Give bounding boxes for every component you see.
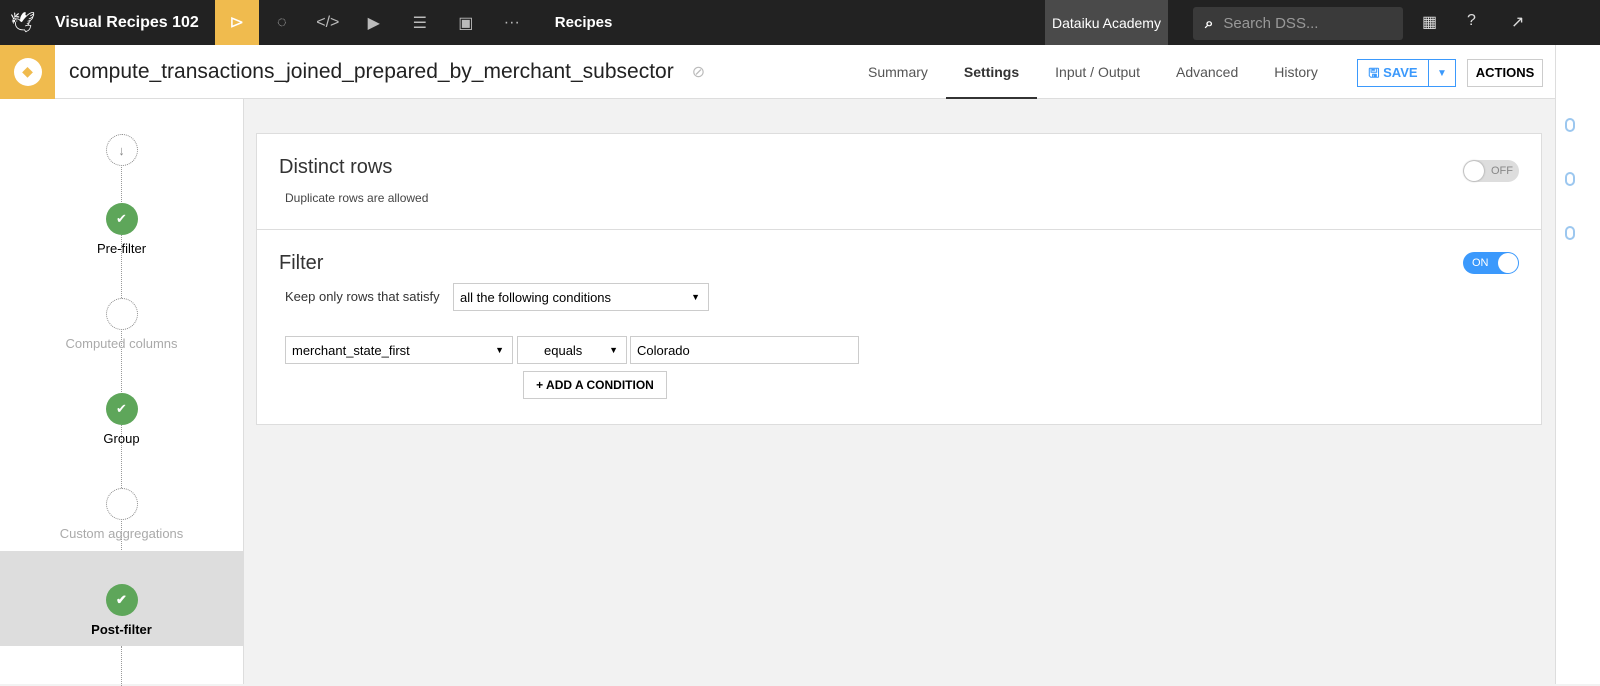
step-label: Group xyxy=(103,431,140,446)
step-pre-filter[interactable]: ✔ Pre-filter xyxy=(0,203,243,256)
step-label: Computed columns xyxy=(65,336,178,351)
activity-trend-icon[interactable]: ↗ xyxy=(1511,12,1524,32)
filter-section: Filter ON Keep only rows that satisfy al… xyxy=(257,230,1541,424)
distinct-section: Distinct rows Duplicate rows are allowed… xyxy=(257,134,1541,230)
condition-value-input[interactable]: Colorado xyxy=(630,336,859,364)
select-value: merchant_state_first xyxy=(292,342,410,358)
dashboard-icon[interactable]: ▣ xyxy=(443,13,489,33)
save-label: SAVE xyxy=(1383,65,1418,80)
condition-operator-select[interactable]: equals ▼ xyxy=(517,336,627,364)
panel-tab-icon[interactable] xyxy=(1565,226,1575,240)
actions-button[interactable]: ACTIONS xyxy=(1467,59,1543,87)
step-label: Custom aggregations xyxy=(59,526,184,541)
datasets-icon[interactable]: ☰ xyxy=(397,13,443,33)
dataiku-bird-logo-icon[interactable]: 🕊 xyxy=(0,0,45,45)
top-nav: 🕊 Visual Recipes 102 ⊳ ◌ </> ▶ ☰ ▣ ··· R… xyxy=(0,0,1600,45)
step-group[interactable]: ✔ Group xyxy=(0,393,243,446)
recipe-name[interactable]: compute_transactions_joined_prepared_by_… xyxy=(69,60,674,84)
tab-settings[interactable]: Settings xyxy=(945,45,1038,99)
empty-circle-icon xyxy=(105,298,138,330)
settings-panel: Distinct rows Duplicate rows are allowed… xyxy=(256,133,1542,425)
more-icon[interactable]: ··· xyxy=(489,14,535,32)
current-section: Recipes xyxy=(554,14,613,31)
apps-grid-icon[interactable]: ▦ xyxy=(1422,12,1437,32)
select-value: equals xyxy=(544,342,583,358)
panel-tab-icon[interactable] xyxy=(1565,172,1575,186)
recipe-type-icon: ◆ xyxy=(0,44,55,99)
check-icon: ✔ xyxy=(105,584,138,616)
toggle-label: OFF xyxy=(1491,165,1513,177)
input-arrow-icon: ↓ xyxy=(105,134,138,166)
distinct-title: Distinct rows xyxy=(279,156,393,178)
tab-input-output[interactable]: Input / Output xyxy=(1037,45,1158,99)
distinct-toggle[interactable]: OFF xyxy=(1463,160,1519,182)
step-label: Post-filter xyxy=(91,622,152,637)
filter-title: Filter xyxy=(279,252,324,274)
help-icon[interactable]: ? xyxy=(1467,12,1476,30)
filter-toggle[interactable]: ON xyxy=(1463,252,1519,274)
tab-history[interactable]: History xyxy=(1256,45,1336,99)
steps-sidebar: ↓ ✔ Pre-filter Computed columns ✔ Group Cu… xyxy=(0,99,244,686)
save-button[interactable]: 🖫 SAVE ▼ xyxy=(1357,59,1456,87)
academy-link[interactable]: Dataiku Academy xyxy=(1045,0,1168,45)
search-icon: ⌕ xyxy=(1205,15,1214,32)
panel-tab-icon[interactable] xyxy=(1565,118,1575,132)
recipe-header: ◆ compute_transactions_joined_prepared_b… xyxy=(0,44,1555,99)
right-side-panel xyxy=(1555,45,1600,684)
step-post-filter[interactable]: ✔ Post-filter xyxy=(0,551,243,646)
run-icon[interactable]: ▶ xyxy=(351,13,397,33)
step-custom-aggregations[interactable]: Custom aggregations xyxy=(0,488,243,541)
condition-column-select[interactable]: merchant_state_first ▼ xyxy=(285,336,513,364)
flow-icon[interactable]: ⊳ xyxy=(214,0,259,45)
distinct-description: Duplicate rows are allowed xyxy=(285,191,429,205)
keep-rows-label: Keep only rows that satisfy xyxy=(285,289,440,304)
step-computed-columns[interactable]: Computed columns xyxy=(0,298,243,351)
caret-down-icon: ▼ xyxy=(495,345,504,355)
check-icon: ✔ xyxy=(105,393,138,425)
compass-icon[interactable]: ⊘ xyxy=(692,62,705,82)
project-name[interactable]: Visual Recipes 102 xyxy=(45,14,215,32)
search-input[interactable]: ⌕ Search DSS... xyxy=(1193,7,1403,40)
caret-down-icon: ▼ xyxy=(691,292,700,302)
tab-advanced[interactable]: Advanced xyxy=(1158,45,1256,99)
tab-summary[interactable]: Summary xyxy=(850,45,946,99)
add-condition-button[interactable]: + ADD A CONDITION xyxy=(523,371,667,399)
toggle-label: ON xyxy=(1472,257,1489,269)
select-value: all the following conditions xyxy=(460,289,612,305)
filter-mode-select[interactable]: all the following conditions ▼ xyxy=(453,283,709,311)
save-icon: 🖫 xyxy=(1368,65,1384,80)
caret-down-icon: ▼ xyxy=(609,345,618,355)
check-icon: ✔ xyxy=(105,203,138,235)
step-label: Pre-filter xyxy=(96,241,147,256)
code-recipes-icon[interactable]: ◌ xyxy=(259,14,305,32)
code-icon[interactable]: </> xyxy=(305,14,351,32)
input-value: Colorado xyxy=(637,342,690,358)
empty-circle-icon xyxy=(105,488,138,520)
save-dropdown-icon[interactable]: ▼ xyxy=(1429,68,1455,79)
search-placeholder: Search DSS... xyxy=(1223,15,1319,32)
